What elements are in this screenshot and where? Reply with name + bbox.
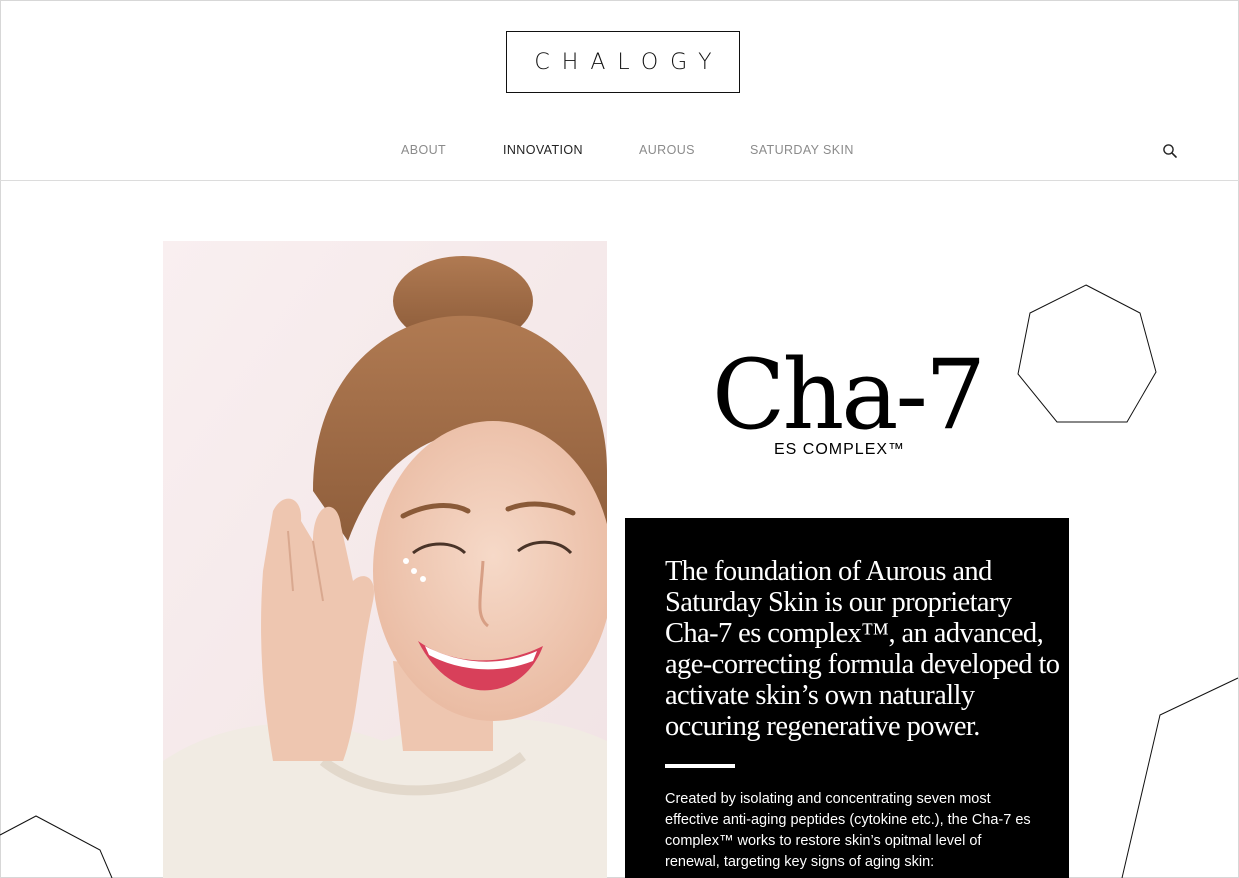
- cha7-title: Cha-7: [712, 339, 986, 451]
- info-panel: The foundation of Aurous and Saturday Sk…: [625, 518, 1069, 878]
- search-icon: [1163, 144, 1177, 158]
- hero-photo: [163, 241, 607, 878]
- nav-item-innovation[interactable]: INNOVATION: [503, 138, 583, 162]
- panel-body-text: Created by isolating and concentrating s…: [665, 791, 1031, 870]
- nav-item-aurous[interactable]: AUROUS: [639, 138, 695, 162]
- logo-text: CHALOGY: [534, 49, 724, 75]
- chalogy-logo[interactable]: CHALOGY: [506, 31, 740, 93]
- panel-heading: The foundation of Aurous and Saturday Sk…: [665, 556, 1060, 742]
- heptagon-outline-decoration: [1017, 284, 1157, 423]
- header-divider: [0, 180, 1239, 181]
- panel-divider: [665, 764, 735, 768]
- cha7-complex-logo: Cha-7 ES COMPLEX™: [700, 340, 1000, 470]
- search-button[interactable]: [1161, 142, 1179, 160]
- main-nav: ABOUT INNOVATION AUROUS SATURDAY SKIN: [0, 138, 1239, 162]
- polygon-outline-decoration-left: [0, 815, 113, 878]
- polygon-outline-decoration-right: [1121, 677, 1239, 878]
- cha7-subtitle: ES COMPLEX™: [774, 441, 906, 458]
- nav-item-about[interactable]: ABOUT: [401, 138, 446, 162]
- portrait-illustration: [163, 241, 607, 878]
- nav-item-saturday-skin[interactable]: SATURDAY SKIN: [750, 138, 854, 162]
